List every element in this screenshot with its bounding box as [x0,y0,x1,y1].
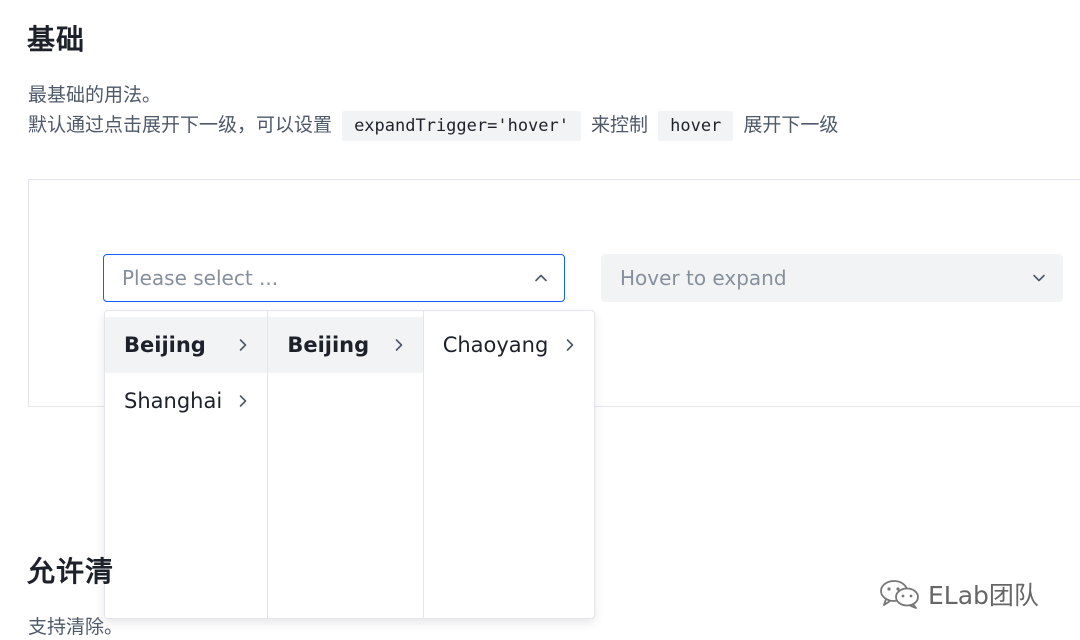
cascader-column-city: Beijing [268,311,424,618]
option-label: Chaoyang [442,333,549,357]
option-label: Beijing [124,333,206,357]
watermark-text: ELab团队 [928,581,1039,610]
chevron-right-icon [240,395,247,407]
chevron-up-icon [535,274,547,282]
cascader-column-district: Chaoyang [424,311,594,618]
cascader-column-province: Beijing Shanghai [105,311,269,618]
option-label: Beijing [287,333,370,357]
chevron-down-icon [1033,274,1045,282]
chevron-right-icon [566,339,574,351]
chevron-right-icon [395,339,402,351]
wechat-icon [880,580,919,609]
section-description-clear: 支持清除。 [28,616,124,638]
option-shanghai[interactable]: Shanghai [105,373,267,429]
cascader-select[interactable]: Please select ... [103,254,565,302]
desc-text-part2: 来控制 [591,114,649,136]
desc-text-part1: 默认通过点击展开下一级，可以设置 [28,114,333,136]
section-description-line2: 默认通过点击展开下一级，可以设置 expandTrigger='hover' 来… [28,110,838,141]
section-title-clear: 允许清 [27,555,115,588]
desc-text-part3: 展开下一级 [743,114,839,136]
section-title-basic: 基础 [27,23,86,56]
watermark: ELab团队 [878,576,1039,612]
cascader-hover-placeholder: Hover to expand [620,266,787,290]
cascader-popup: Beijing Shanghai Beijing Chaoyang [104,310,595,619]
option-beijing-city[interactable]: Beijing [268,317,423,373]
cascader-hover-select[interactable]: Hover to expand [601,254,1063,302]
option-beijing[interactable]: Beijing [105,317,268,373]
option-chaoyang[interactable]: Chaoyang [424,317,594,373]
code-hover: hover [658,111,734,141]
option-label: Shanghai [124,389,223,413]
code-expand-trigger: expandTrigger='hover' [342,111,581,141]
cascader-placeholder: Please select ... [122,266,279,290]
chevron-right-icon [240,339,247,351]
page: 基础 最基础的用法。 默认通过点击展开下一级，可以设置 expandTrigge… [0,0,1080,640]
section-description-line1: 最基础的用法。 [28,84,162,106]
